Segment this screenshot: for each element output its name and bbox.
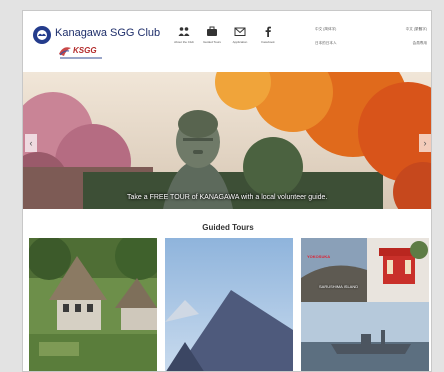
people-icon: [177, 25, 191, 37]
lang-link-members[interactable]: 会員専用: [413, 41, 427, 46]
slider-prev-button[interactable]: ‹: [25, 134, 37, 152]
tour-card-mount-fuji[interactable]: [165, 238, 293, 371]
tour-card-thatched-houses[interactable]: [29, 238, 157, 371]
thatched-houses-image: [29, 238, 157, 371]
nav-label: Facebook: [261, 40, 275, 44]
nav-application[interactable]: Application: [226, 25, 254, 44]
ksgg-logo: KSGG: [57, 44, 105, 62]
slider-next-button[interactable]: ›: [419, 134, 431, 152]
yokosuka-label: YOKOSUKA: [307, 254, 331, 259]
nav-guided-tours[interactable]: Guided Tours: [198, 25, 226, 44]
lang-link-simplified-chinese[interactable]: 中文 (简体字): [315, 27, 336, 32]
nav-facebook[interactable]: Facebook: [254, 25, 282, 44]
lang-row: 中文 (简体字) 中文 (繁體字): [315, 27, 427, 32]
nav-label: About the Club: [174, 40, 194, 44]
nav-about[interactable]: About the Club: [170, 25, 198, 44]
nav-label: Application: [232, 40, 248, 44]
ksgg-underline: [60, 57, 102, 59]
hero-image-great-buddha: [23, 72, 431, 209]
language-links: 中文 (简体字) 中文 (繁體字) 日本的日本人 会員専用: [315, 27, 427, 55]
club-name[interactable]: Kanagawa SGG Club: [55, 27, 160, 39]
hero-slider: ‹ › Take a FREE TOUR of KANAGAWA with a …: [23, 72, 431, 209]
facebook-icon: [261, 25, 275, 37]
page: Kanagawa SGG Club KSGG About the Club Gu…: [22, 10, 432, 372]
site-header: Kanagawa SGG Club KSGG About the Club Gu…: [23, 11, 431, 71]
lang-row: 日本的日本人 会員専用: [315, 41, 427, 46]
lang-link-japanese[interactable]: 日本的日本人: [315, 41, 337, 46]
tour-thumbnails: YOKOSUKA SARUSHIMA ISLAND: [29, 238, 431, 371]
club-logo-icon[interactable]: [33, 26, 51, 44]
mail-icon: [233, 25, 247, 37]
sarushima-label: SARUSHIMA ISLAND: [319, 284, 359, 289]
section-title-guided-tours: Guided Tours: [202, 223, 254, 232]
briefcase-icon: [205, 25, 219, 37]
ksgg-bird-icon: [59, 47, 71, 56]
tour-card-yokosuka[interactable]: YOKOSUKA SARUSHIMA ISLAND: [301, 238, 429, 371]
nav-label: Guided Tours: [203, 40, 221, 44]
lang-link-traditional-chinese[interactable]: 中文 (繁體字): [406, 27, 427, 32]
ksgg-text: KSGG: [73, 46, 97, 55]
main-nav: About the Club Guided Tours Application …: [170, 25, 282, 44]
mount-fuji-image: [165, 238, 293, 371]
hero-caption: Take a FREE TOUR of KANAGAWA with a loca…: [127, 194, 328, 201]
